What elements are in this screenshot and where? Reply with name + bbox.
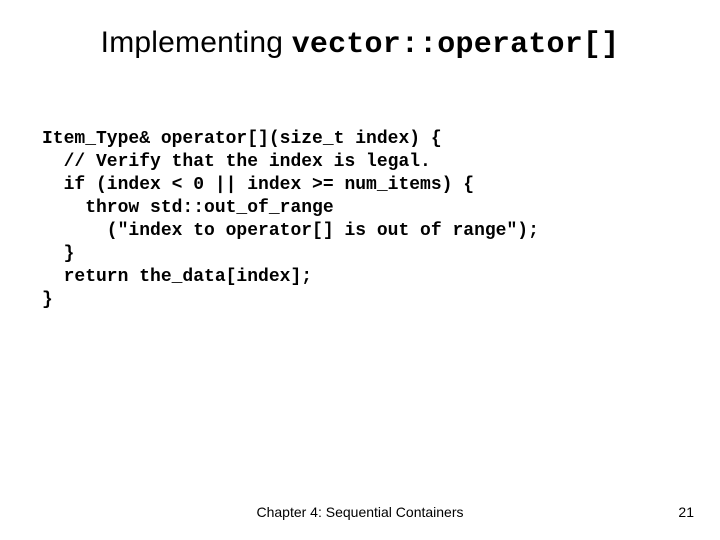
slide: Implementing vector::operator[] Item_Typ…: [0, 0, 720, 540]
code-line-3: if (index < 0 || index >= num_items) {: [42, 175, 474, 195]
code-line-5: ("index to operator[] is out of range");: [42, 221, 539, 241]
title-plain-text: Implementing: [101, 26, 292, 59]
code-line-7: return the_data[index];: [42, 267, 312, 287]
footer-chapter: Chapter 4: Sequential Containers: [0, 504, 720, 520]
code-line-6: }: [42, 244, 74, 264]
code-line-1: Item_Type& operator[](size_t index) {: [42, 129, 442, 149]
code-block: Item_Type& operator[](size_t index) { //…: [42, 128, 678, 312]
title-code-text: vector::operator[]: [292, 28, 620, 62]
footer-page-number: 21: [678, 504, 694, 520]
code-line-4: throw std::out_of_range: [42, 198, 334, 218]
slide-title: Implementing vector::operator[]: [0, 26, 720, 62]
code-line-8: }: [42, 290, 53, 310]
code-line-2: // Verify that the index is legal.: [42, 152, 431, 172]
